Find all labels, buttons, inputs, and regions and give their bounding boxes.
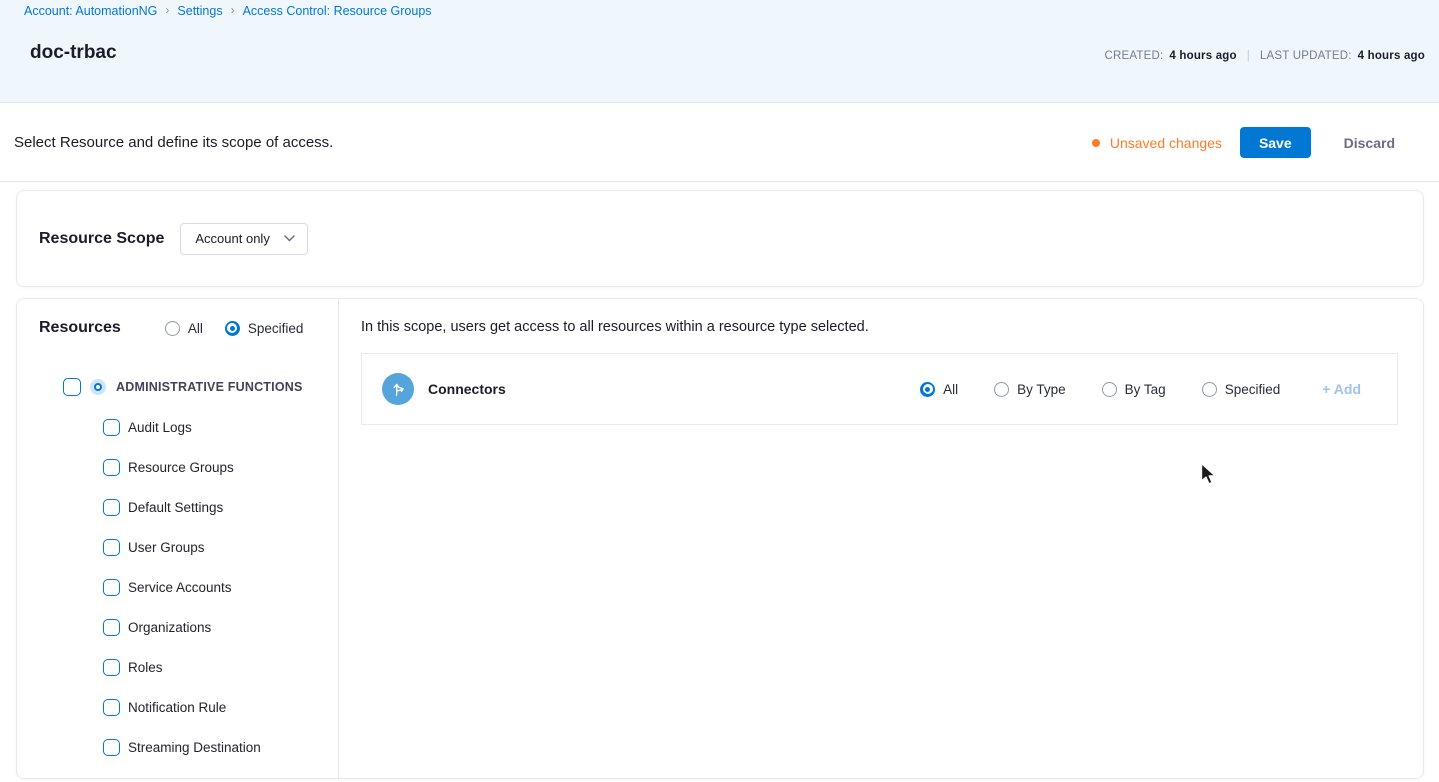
checkbox-icon[interactable] [103, 459, 120, 476]
resources-panel-header: Resources All Specified [17, 299, 338, 337]
group-administrative-functions[interactable]: ADMINISTRATIVE FUNCTIONS [17, 377, 338, 397]
radio-selected-icon[interactable] [225, 321, 240, 336]
resource-scope-title: Resource Scope [39, 230, 164, 248]
list-item-user-groups[interactable]: User Groups [17, 527, 338, 567]
meta-divider: | [1247, 50, 1250, 62]
list-item-streaming-destination[interactable]: Streaming Destination [17, 727, 338, 767]
connectors-radio-by-type-label: By Type [1017, 382, 1066, 397]
checkbox-icon[interactable] [103, 659, 120, 676]
list-item-label: Default Settings [128, 500, 223, 515]
updated-label: LAST UPDATED: [1260, 50, 1352, 62]
list-item-label: Streaming Destination [128, 740, 261, 755]
checkbox-icon[interactable] [103, 539, 120, 556]
unsaved-changes-label: Unsaved changes [1110, 135, 1222, 151]
checkbox-icon[interactable] [103, 499, 120, 516]
radio-icon[interactable] [165, 321, 180, 336]
scope-note: In this scope, users get access to all r… [361, 319, 1398, 335]
page-header: Account: AutomationNG › Settings › Acces… [0, 0, 1439, 103]
breadcrumb-link-account[interactable]: Account: AutomationNG [24, 4, 157, 18]
discard-button[interactable]: Discard [1328, 127, 1411, 159]
list-item-notification-rule[interactable]: Notification Rule [17, 687, 338, 727]
breadcrumb-link-access-control[interactable]: Access Control: Resource Groups [243, 4, 432, 18]
resources-radio-specified[interactable]: Specified [225, 321, 304, 336]
chevron-right-icon: › [165, 3, 169, 17]
chevron-right-icon: › [231, 3, 235, 17]
resource-scope-selected-value: Account only [195, 231, 269, 246]
list-item-label: Organizations [128, 620, 211, 635]
list-item-roles[interactable]: Roles [17, 647, 338, 687]
save-button[interactable]: Save [1240, 127, 1311, 158]
resources-radio-specified-label: Specified [248, 321, 304, 336]
connectors-radio-specified-label: Specified [1225, 382, 1281, 397]
resource-scope-card: Resource Scope Account only [16, 190, 1424, 287]
connectors-row: Connectors All By Type By Tag [361, 353, 1398, 425]
add-resources-link[interactable]: + Add [1322, 381, 1361, 397]
radio-selected-icon[interactable] [920, 382, 935, 397]
updated-value: 4 hours ago [1358, 50, 1425, 62]
resources-panel: Resources All Specified ADMINISTRATIVE F… [17, 299, 339, 778]
unsaved-dot-icon [1092, 139, 1100, 147]
connectors-radio-by-type[interactable]: By Type [994, 382, 1066, 397]
list-item-label: Audit Logs [128, 420, 192, 435]
group-indicator-icon [90, 379, 106, 395]
timestamps: CREATED: 4 hours ago | LAST UPDATED: 4 h… [1104, 50, 1425, 62]
connectors-access-options: All By Type By Tag Specified + Add [884, 381, 1397, 397]
created-value: 4 hours ago [1169, 50, 1236, 62]
resources-radio-all-label: All [188, 321, 203, 336]
resources-card: Resources All Specified ADMINISTRATIVE F… [16, 298, 1424, 779]
connectors-radio-by-tag[interactable]: By Tag [1102, 382, 1166, 397]
action-description: Select Resource and define its scope of … [14, 134, 333, 151]
list-item-audit-logs[interactable]: Audit Logs [17, 407, 338, 447]
list-item-label: User Groups [128, 540, 205, 555]
scope-detail-panel: In this scope, users get access to all r… [339, 299, 1423, 778]
connectors-radio-all[interactable]: All [920, 382, 958, 397]
checkbox-icon[interactable] [103, 419, 120, 436]
list-item-label: Resource Groups [128, 460, 234, 475]
connectors-row-title: Connectors [428, 381, 506, 397]
radio-icon[interactable] [1202, 382, 1217, 397]
checkbox-icon[interactable] [103, 579, 120, 596]
created-label: CREATED: [1104, 50, 1163, 62]
list-item-default-settings[interactable]: Default Settings [17, 487, 338, 527]
resource-scope-dropdown[interactable]: Account only [180, 223, 307, 255]
list-item-label: Service Accounts [128, 580, 232, 595]
connectors-radio-specified[interactable]: Specified [1202, 382, 1281, 397]
checkbox-icon[interactable] [103, 619, 120, 636]
list-item-label: Roles [128, 660, 163, 675]
page-title: doc-trbac [30, 42, 117, 64]
resources-title: Resources [39, 319, 121, 337]
checkbox-icon[interactable] [103, 739, 120, 756]
breadcrumb: Account: AutomationNG › Settings › Acces… [24, 4, 432, 18]
list-item-service-accounts[interactable]: Service Accounts [17, 567, 338, 607]
breadcrumb-link-settings[interactable]: Settings [177, 4, 222, 18]
checkbox-icon[interactable] [103, 699, 120, 716]
page: Account: AutomationNG › Settings › Acces… [0, 0, 1439, 782]
group-checkbox[interactable] [63, 378, 81, 396]
connectors-icon [382, 373, 414, 405]
resource-type-list: Audit Logs Resource Groups Default Setti… [17, 407, 338, 767]
list-item-resource-groups[interactable]: Resource Groups [17, 447, 338, 487]
radio-icon[interactable] [1102, 382, 1117, 397]
chevron-down-icon [284, 235, 295, 242]
group-label: ADMINISTRATIVE FUNCTIONS [116, 380, 303, 394]
list-item-label: Notification Rule [128, 700, 226, 715]
unsaved-changes-indicator: Unsaved changes [1092, 135, 1222, 151]
list-item-organizations[interactable]: Organizations [17, 607, 338, 647]
resources-radio-all[interactable]: All [165, 321, 203, 336]
radio-icon[interactable] [994, 382, 1009, 397]
action-buttons: Unsaved changes Save Discard [1092, 127, 1411, 159]
connectors-radio-by-tag-label: By Tag [1125, 382, 1166, 397]
action-bar: Select Resource and define its scope of … [0, 104, 1439, 182]
connectors-radio-all-label: All [943, 382, 958, 397]
